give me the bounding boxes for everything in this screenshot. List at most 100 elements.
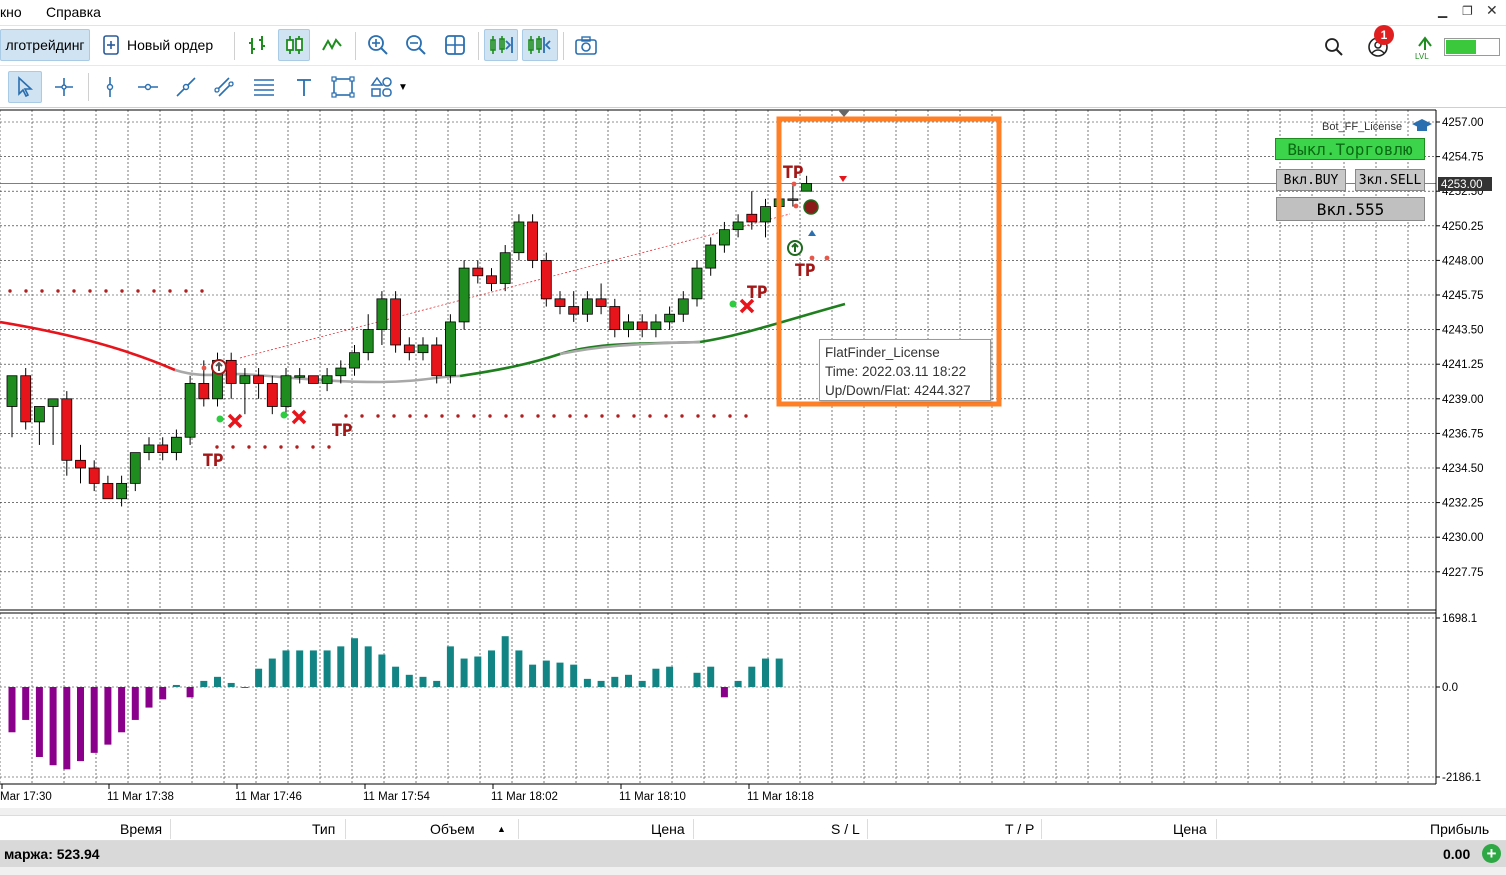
candle-body (458, 267, 470, 323)
histogram-bar (378, 654, 386, 687)
auto-scroll-button[interactable] (484, 29, 518, 61)
col-tp[interactable]: T / P (1005, 821, 1034, 837)
search-button[interactable] (1320, 31, 1348, 63)
enable-buy-button[interactable]: Вкл.BUY (1276, 169, 1346, 191)
candle-body (801, 183, 812, 192)
level-dot (311, 445, 315, 449)
rectangle-icon (331, 76, 355, 98)
level-dot (552, 414, 556, 418)
col-time[interactable]: Время (120, 821, 162, 837)
enable-555-button[interactable]: Вкл.555 (1276, 197, 1425, 221)
level-dot (88, 289, 92, 293)
candle-body (582, 298, 593, 315)
zoom-in-icon (368, 35, 388, 55)
tp-label: TP (332, 420, 352, 440)
histogram-bar (638, 680, 646, 687)
crosshair-tool-button[interactable] (48, 71, 80, 103)
equidistant-channel-tool-button[interactable] (208, 71, 240, 103)
indicator-tooltip: FlatFinder_License Time: 2022.03.11 18:2… (819, 339, 991, 401)
histogram-bar (446, 646, 454, 687)
level-dot (664, 414, 668, 418)
bear-candle (307, 375, 319, 384)
screenshot-button[interactable] (570, 29, 602, 61)
cursor-tool-button[interactable] (8, 71, 42, 103)
price-axis-label: 4232.25 (1442, 498, 1484, 510)
signal-dot (201, 365, 207, 371)
chart-shift-button[interactable] (522, 29, 558, 61)
level-dot (8, 289, 12, 293)
algo-trading-button[interactable]: лготрейдинг (0, 29, 90, 61)
level-dot (584, 414, 588, 418)
candle-body (472, 267, 484, 277)
shapes-dropdown-button[interactable]: ▼ (366, 71, 412, 103)
candle-body (417, 344, 429, 354)
histogram-bar (392, 666, 400, 687)
zoom-out-icon (406, 35, 426, 55)
candle-body (20, 375, 32, 423)
minimize-icon[interactable]: ▁ (1438, 4, 1447, 18)
candle-body (47, 398, 59, 407)
vertical-line-tool-button[interactable] (94, 71, 126, 103)
add-icon[interactable]: + (1482, 844, 1501, 863)
horizontal-line-tool-button[interactable] (132, 71, 164, 103)
account-notifications-button[interactable]: 1 (1360, 25, 1396, 63)
price-axis-label: 4227.75 (1442, 567, 1484, 579)
time-axis-label: 11 Mar 17:46 (235, 791, 302, 803)
col-price[interactable]: Цена (651, 821, 685, 837)
histogram-bar (775, 658, 783, 687)
disable-trading-button[interactable]: Выкл.Торговлю (1275, 138, 1425, 160)
col-volume[interactable]: Объем (430, 821, 475, 837)
menu-help[interactable]: Справка (46, 4, 101, 20)
histogram-bar (309, 650, 317, 687)
grid-button[interactable] (439, 29, 471, 61)
histogram-bar (337, 646, 345, 687)
histogram-bar (652, 668, 660, 687)
entry-dot (280, 411, 288, 419)
fibonacci-tool-button[interactable] (246, 71, 282, 103)
level-dot (120, 289, 124, 293)
col-current-price[interactable]: Цена (1173, 821, 1207, 837)
bull-candle (458, 260, 470, 330)
candle-body (198, 383, 210, 400)
enable-sell-button[interactable]: Зкл.SELL (1355, 169, 1425, 191)
level-dot (295, 445, 299, 449)
enable-buy-label: Вкл.BUY (1283, 172, 1339, 188)
col-profit[interactable]: Прибыль (1430, 821, 1489, 837)
histogram-bar (734, 680, 742, 687)
search-icon (1325, 38, 1343, 56)
menu-window[interactable]: кно (0, 4, 22, 20)
close-icon[interactable]: ✕ (1486, 2, 1498, 19)
candle-body (760, 206, 771, 223)
price-axis-label: 4245.75 (1442, 290, 1484, 302)
zoom-in-button[interactable] (362, 29, 394, 61)
text-tool-button[interactable] (288, 71, 320, 103)
tp-label: TP (795, 260, 815, 280)
text-icon (297, 79, 311, 96)
candle-body (294, 375, 306, 378)
rectangle-tool-button[interactable] (326, 71, 360, 103)
grid-icon (445, 35, 465, 55)
price-axis-label: 4250.25 (1442, 221, 1484, 233)
signal-dot (809, 255, 815, 261)
col-sl[interactable]: S / L (831, 821, 860, 837)
trendline-tool-button[interactable] (170, 71, 202, 103)
restore-icon[interactable]: ❐ (1462, 4, 1473, 18)
col-type[interactable]: Тип (312, 821, 335, 837)
time-axis-label: 11 Mar 17:54 (363, 791, 431, 803)
cursor-icon (18, 76, 34, 98)
level-dot (200, 289, 204, 293)
line-chart-button[interactable] (316, 29, 348, 61)
histogram-bar (268, 658, 276, 687)
level-dot (344, 414, 348, 418)
bar-chart-button[interactable] (242, 29, 272, 61)
time-axis-label: 11 Mar 18:18 (747, 791, 814, 803)
indicator-axis-label: 1698.1 (1442, 613, 1477, 625)
candle-body (376, 298, 388, 331)
histogram-bar (693, 672, 701, 687)
candlestick-chart-button[interactable] (278, 29, 310, 61)
zoom-out-button[interactable] (400, 29, 432, 61)
chart-window[interactable]: 4257.00 4254.75 4252.50 4250.25 4248.00 4245.… (0, 108, 1506, 808)
notification-badge: 1 (1374, 25, 1394, 45)
price-axis-label: 4241.25 (1442, 359, 1484, 371)
new-order-button[interactable]: Новый ордер (97, 29, 227, 61)
